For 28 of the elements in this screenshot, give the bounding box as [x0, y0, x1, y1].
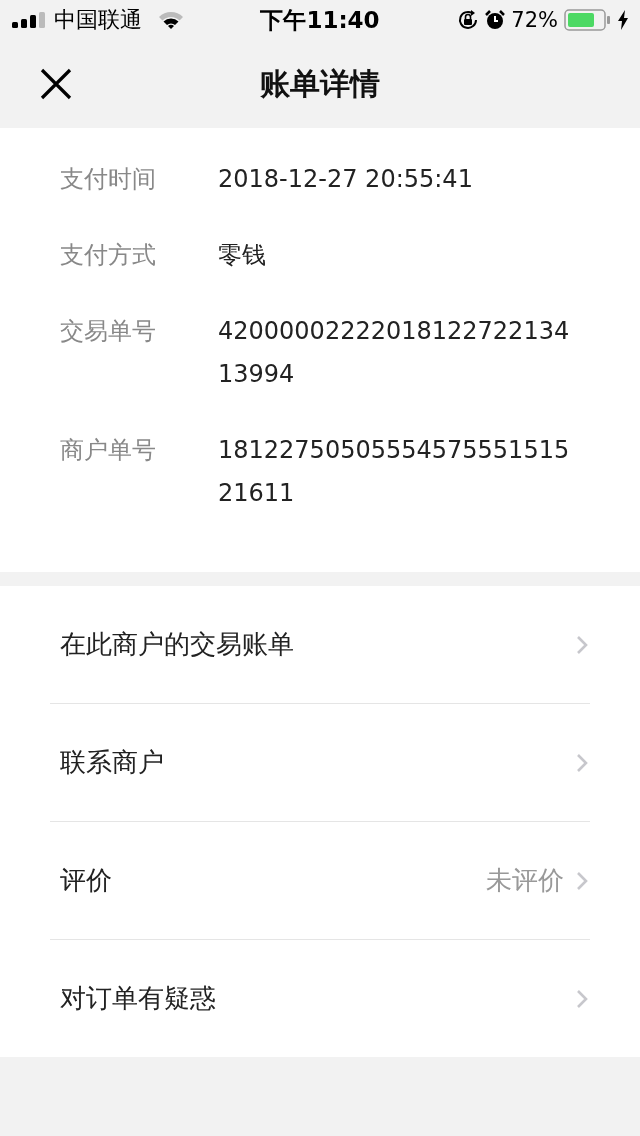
signal-icon [12, 12, 46, 28]
chevron-icon [576, 752, 588, 773]
detail-value: 4200000222201812272213413994 [218, 316, 571, 390]
menu-item[interactable]: 评价 未评价 [0, 822, 640, 939]
detail-label: 交易单号 [60, 316, 157, 347]
battery-icon [564, 9, 612, 31]
alarm-icon [485, 10, 506, 30]
wifi-icon [158, 10, 184, 30]
detail-value: 1812275050555457555151521611 [218, 435, 571, 509]
close-button[interactable] [40, 68, 72, 100]
menu-item[interactable]: 对订单有疑惑 [0, 940, 640, 1057]
charging-icon [618, 10, 628, 30]
menu-item[interactable]: 联系商户 [0, 704, 640, 821]
detail-value: 零钱 [218, 240, 267, 271]
close-icon [40, 68, 72, 100]
rotation-lock-icon [457, 9, 480, 31]
detail-label: 商户单号 [60, 435, 157, 466]
chevron-icon [576, 870, 588, 891]
chevron-icon [576, 988, 588, 1009]
carrier-name: 中国联通 [54, 6, 142, 34]
detail-label: 支付方式 [60, 240, 157, 271]
detail-label: 支付时间 [60, 164, 157, 195]
status-time: 下午11:40 [260, 5, 380, 35]
page-title: 账单详情 [260, 64, 380, 103]
chevron-icon [576, 634, 588, 655]
menu-item[interactable]: 在此商户的交易账单 [0, 586, 640, 703]
detail-value: 2018-12-27 20:55:41 [218, 164, 474, 195]
battery-percent: 72% [511, 8, 558, 32]
